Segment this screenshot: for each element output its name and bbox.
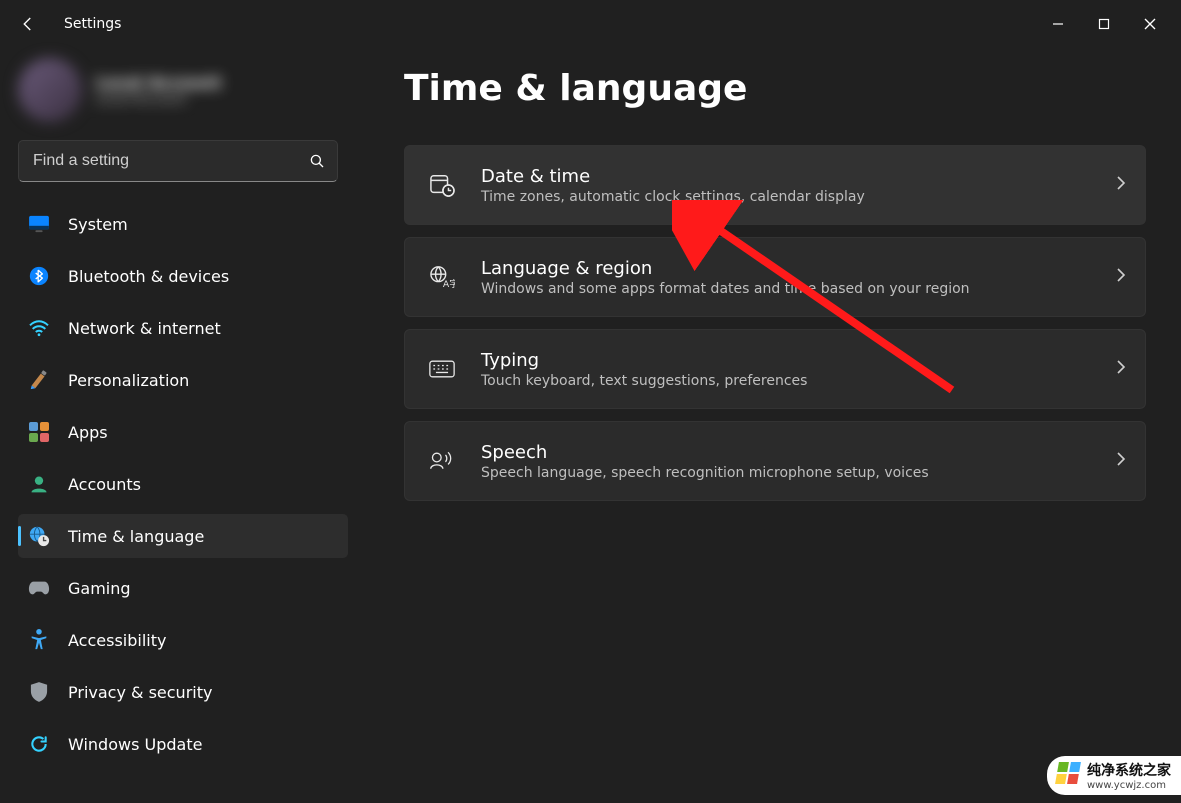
sidebar-nav: System Bluetooth & devices Network & int… — [18, 202, 348, 772]
sidebar-item-label: Time & language — [68, 527, 204, 546]
back-arrow-icon — [19, 15, 37, 33]
card-title: Date & time — [481, 166, 1089, 187]
chevron-right-icon — [1115, 359, 1127, 379]
minimize-button[interactable] — [1035, 8, 1081, 40]
title-bar: Settings — [0, 0, 1181, 48]
sidebar-item-accounts[interactable]: Accounts — [18, 462, 348, 506]
sidebar-item-system[interactable]: System — [18, 202, 348, 246]
sidebar-item-label: System — [68, 215, 128, 234]
card-typing[interactable]: Typing Touch keyboard, text suggestions,… — [404, 329, 1146, 409]
sidebar-item-label: Bluetooth & devices — [68, 267, 229, 286]
search-wrap — [18, 140, 338, 182]
sidebar-item-windows-update[interactable]: Windows Update — [18, 722, 348, 766]
sidebar-item-label: Windows Update — [68, 735, 202, 754]
sidebar-item-apps[interactable]: Apps — [18, 410, 348, 454]
card-subtitle: Time zones, automatic clock settings, ca… — [481, 189, 1089, 205]
chevron-right-icon — [1115, 175, 1127, 195]
watermark-line2: www.ycwjz.com — [1087, 780, 1171, 791]
window-controls — [1035, 8, 1173, 40]
profile-sub: Local Account — [96, 92, 221, 107]
settings-cards: Date & time Time zones, automatic clock … — [404, 145, 1146, 501]
speech-icon — [429, 449, 455, 473]
wifi-icon — [28, 319, 50, 337]
card-speech[interactable]: Speech Speech language, speech recogniti… — [404, 421, 1146, 501]
sidebar-item-network[interactable]: Network & internet — [18, 306, 348, 350]
card-title: Typing — [481, 350, 1089, 371]
accessibility-icon — [28, 629, 50, 651]
update-icon — [28, 734, 50, 754]
search-icon — [308, 152, 326, 170]
card-language-region[interactable]: A字 Language & region Windows and some ap… — [404, 237, 1146, 317]
globe-clock-icon — [28, 525, 50, 547]
close-icon — [1144, 18, 1156, 30]
page-title: Time & language — [404, 68, 1153, 109]
system-icon — [28, 215, 50, 233]
avatar — [18, 58, 82, 122]
card-title: Language & region — [481, 258, 1089, 279]
chevron-right-icon — [1115, 451, 1127, 471]
keyboard-icon — [429, 359, 455, 379]
back-button[interactable] — [8, 4, 48, 44]
sidebar-item-label: Gaming — [68, 579, 131, 598]
watermark: 纯净系统之家 www.ycwjz.com — [1047, 756, 1181, 795]
sidebar-item-time-language[interactable]: Time & language — [18, 514, 348, 558]
card-date-time[interactable]: Date & time Time zones, automatic clock … — [404, 145, 1146, 225]
sidebar-item-label: Accessibility — [68, 631, 166, 650]
apps-icon — [28, 422, 50, 442]
paintbrush-icon — [28, 369, 50, 391]
card-subtitle: Windows and some apps format dates and t… — [481, 281, 1089, 297]
shield-icon — [28, 681, 50, 703]
sidebar-item-bluetooth[interactable]: Bluetooth & devices — [18, 254, 348, 298]
card-title: Speech — [481, 442, 1089, 463]
svg-text:A字: A字 — [443, 278, 455, 289]
card-subtitle: Touch keyboard, text suggestions, prefer… — [481, 373, 1089, 389]
sidebar-item-label: Network & internet — [68, 319, 221, 338]
sidebar-item-label: Personalization — [68, 371, 189, 390]
sidebar-item-privacy[interactable]: Privacy & security — [18, 670, 348, 714]
sidebar-item-gaming[interactable]: Gaming — [18, 566, 348, 610]
sidebar-item-label: Accounts — [68, 475, 141, 494]
person-icon — [28, 474, 50, 494]
profile-block[interactable]: Local Account Local Account — [18, 58, 348, 122]
minimize-icon — [1052, 18, 1064, 30]
calendar-clock-icon — [429, 173, 455, 197]
sidebar-item-personalization[interactable]: Personalization — [18, 358, 348, 402]
main-content: Time & language Date & time Time zones, … — [360, 48, 1181, 803]
language-globe-icon: A字 — [429, 265, 455, 289]
search-input[interactable] — [18, 140, 338, 182]
chevron-right-icon — [1115, 267, 1127, 287]
watermark-logo-icon — [1055, 762, 1081, 784]
sidebar-item-label: Privacy & security — [68, 683, 212, 702]
bluetooth-icon — [28, 266, 50, 286]
sidebar-item-label: Apps — [68, 423, 108, 442]
gamepad-icon — [28, 580, 50, 596]
maximize-button[interactable] — [1081, 8, 1127, 40]
close-button[interactable] — [1127, 8, 1173, 40]
app-title: Settings — [64, 16, 121, 32]
sidebar: Local Account Local Account System Bluet… — [0, 48, 360, 803]
profile-name: Local Account — [96, 73, 221, 92]
maximize-icon — [1098, 18, 1110, 30]
watermark-line1: 纯净系统之家 — [1087, 763, 1171, 779]
sidebar-item-accessibility[interactable]: Accessibility — [18, 618, 348, 662]
card-subtitle: Speech language, speech recognition micr… — [481, 465, 1089, 481]
